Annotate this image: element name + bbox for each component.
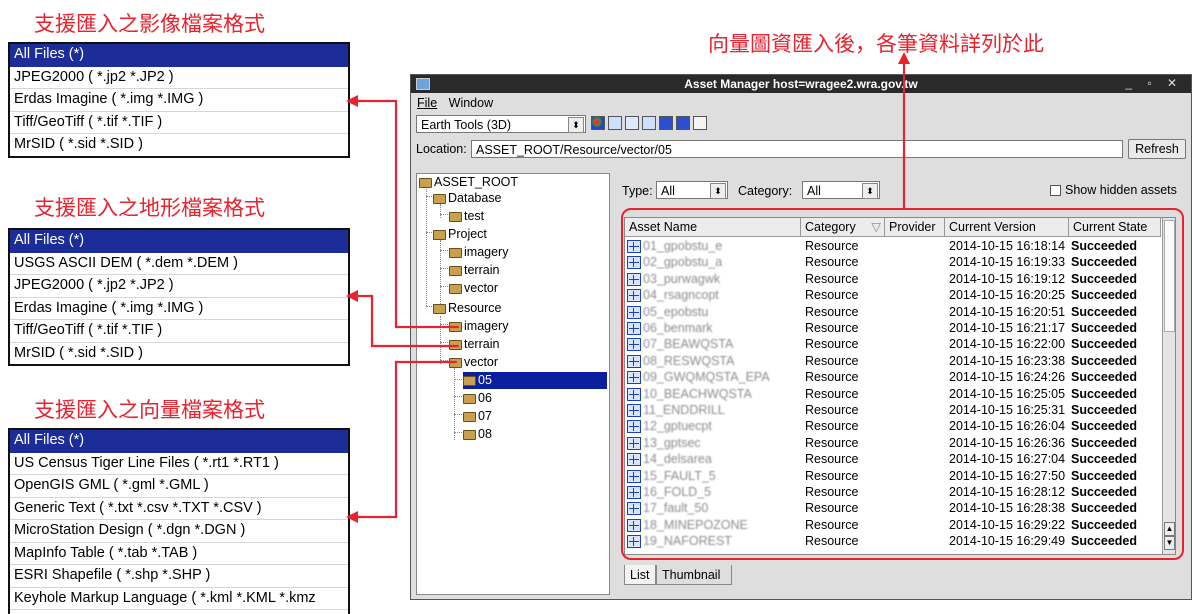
arrowhead [898, 52, 910, 64]
annotation-arrows [346, 52, 910, 523]
arrowhead [346, 290, 358, 302]
arrow-vector [354, 360, 458, 519]
arrow-terrain [354, 294, 460, 348]
arrowhead [346, 95, 358, 107]
arrow-imagery [354, 99, 460, 329]
arrowhead [346, 511, 358, 523]
